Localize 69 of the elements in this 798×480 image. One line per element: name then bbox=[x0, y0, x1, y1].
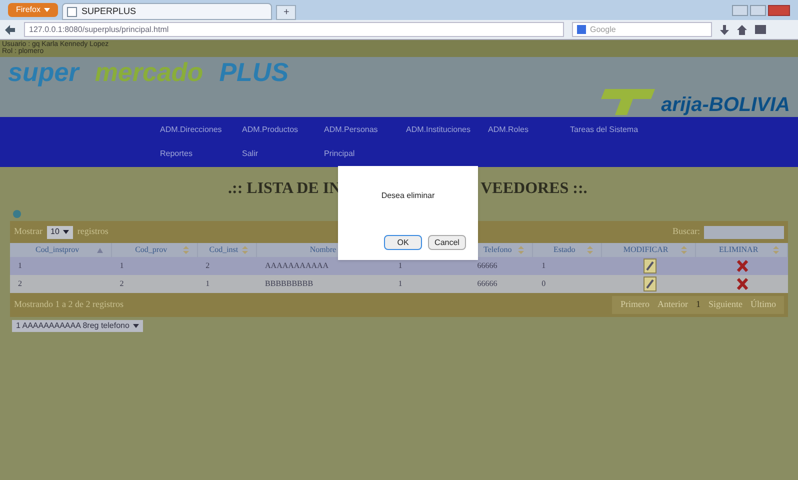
url-field[interactable]: 127.0.0.1:8080/superplus/principal.html bbox=[24, 22, 564, 37]
nav-link[interactable]: Principal bbox=[324, 148, 406, 160]
record-select[interactable]: 1 AAAAAAAAAAA 8reg telefono bbox=[12, 320, 144, 332]
nav-link[interactable]: Salir bbox=[242, 148, 324, 160]
table-cell-text: 2 bbox=[204, 260, 211, 272]
page-title: VEEDORES ::. bbox=[480, 179, 588, 199]
nav-link[interactable]: ADM.Personas bbox=[324, 124, 406, 136]
window-controls-icon[interactable] bbox=[732, 4, 790, 16]
table-cell-text: 1 bbox=[540, 260, 547, 272]
search-engine-label: Google bbox=[590, 24, 616, 36]
logo-word-super: super bbox=[8, 59, 79, 85]
table-cell-text: BBBBBBBBB bbox=[264, 278, 314, 290]
caret-icon bbox=[44, 8, 50, 12]
dialog-button[interactable]: OK bbox=[384, 235, 422, 250]
page-icon bbox=[67, 6, 78, 16]
logo-word-mercado: mercado bbox=[94, 59, 204, 85]
new-tab-button[interactable]: + bbox=[276, 5, 296, 20]
search-input[interactable] bbox=[704, 226, 784, 238]
delete-x-icon[interactable] bbox=[736, 277, 749, 291]
table-cell-text: 0 bbox=[540, 278, 547, 290]
nav-link[interactable]: Tareas del Sistema bbox=[570, 124, 690, 136]
caret-icon bbox=[133, 324, 140, 328]
table-row[interactable]: 2 2 1 BBBBBBBBB 1 66666 0 bbox=[10, 275, 788, 293]
sort-icon bbox=[242, 246, 248, 254]
logo-region: arija-BOLIVIA bbox=[661, 95, 790, 115]
delete-x-icon[interactable] bbox=[736, 259, 749, 273]
table-cell-text: 1 bbox=[118, 260, 125, 272]
home-icon[interactable] bbox=[737, 24, 747, 34]
sort-icon bbox=[518, 246, 524, 254]
sort-ascending-icon bbox=[96, 248, 103, 252]
back-arrow-icon[interactable] bbox=[4, 24, 16, 36]
table-cell-text: 1 bbox=[397, 278, 404, 290]
browser-tab[interactable]: SUPERPLUS bbox=[62, 3, 272, 20]
pagination-link[interactable]: 1 bbox=[692, 298, 704, 312]
nav-link[interactable]: ADM.Roles bbox=[488, 124, 570, 136]
table-cell-text: 66666 bbox=[476, 260, 498, 272]
edit-document-icon[interactable] bbox=[642, 258, 657, 274]
search-label: Buscar: bbox=[672, 225, 700, 238]
nav-link[interactable]: ADM.Instituciones bbox=[406, 124, 488, 136]
table-cell-text: 1 bbox=[204, 278, 211, 290]
sort-icon bbox=[681, 246, 688, 254]
page-size-select[interactable]: 10 bbox=[46, 226, 74, 238]
browser-menu-button[interactable]: Firefox bbox=[8, 3, 58, 17]
records-info: Mostrando 1 a 2 de 2 registros bbox=[14, 298, 124, 312]
edit-document-icon[interactable] bbox=[642, 276, 657, 292]
sort-icon bbox=[773, 246, 779, 254]
download-icon[interactable] bbox=[720, 24, 729, 34]
nav-link[interactable]: ADM.Productos bbox=[242, 124, 324, 136]
table-cell-text: 1 bbox=[17, 260, 23, 272]
table-row[interactable]: 1 1 2 AAAAAAAAAAA 1 66666 1 bbox=[10, 257, 788, 275]
nav-link[interactable]: Reportes bbox=[160, 148, 242, 160]
table-cell-text: AAAAAAAAAAA bbox=[264, 260, 330, 272]
sort-icon bbox=[587, 246, 594, 254]
show-label: Mostrar bbox=[14, 225, 42, 238]
caret-icon bbox=[63, 230, 70, 234]
search-engine-icon bbox=[577, 25, 586, 34]
sort-icon bbox=[182, 246, 189, 254]
url-text: 127.0.0.1:8080/superplus/principal.html bbox=[29, 24, 169, 36]
show-label: registros bbox=[77, 225, 108, 238]
table-cell-text: 2 bbox=[17, 278, 23, 290]
dialog-message: Desea eliminar bbox=[381, 190, 435, 202]
tab-title: SUPERPLUS bbox=[81, 4, 136, 18]
table-cell-text: 2 bbox=[118, 278, 125, 290]
table-cell-text: 66666 bbox=[476, 278, 498, 290]
logo-word-plus: PLUS bbox=[219, 59, 289, 85]
nav-link[interactable]: ADM.Direcciones bbox=[160, 124, 242, 136]
table-cell-text: 1 bbox=[397, 260, 404, 272]
search-field[interactable]: Google bbox=[572, 22, 712, 37]
dialog-button[interactable]: Cancel bbox=[428, 235, 466, 250]
